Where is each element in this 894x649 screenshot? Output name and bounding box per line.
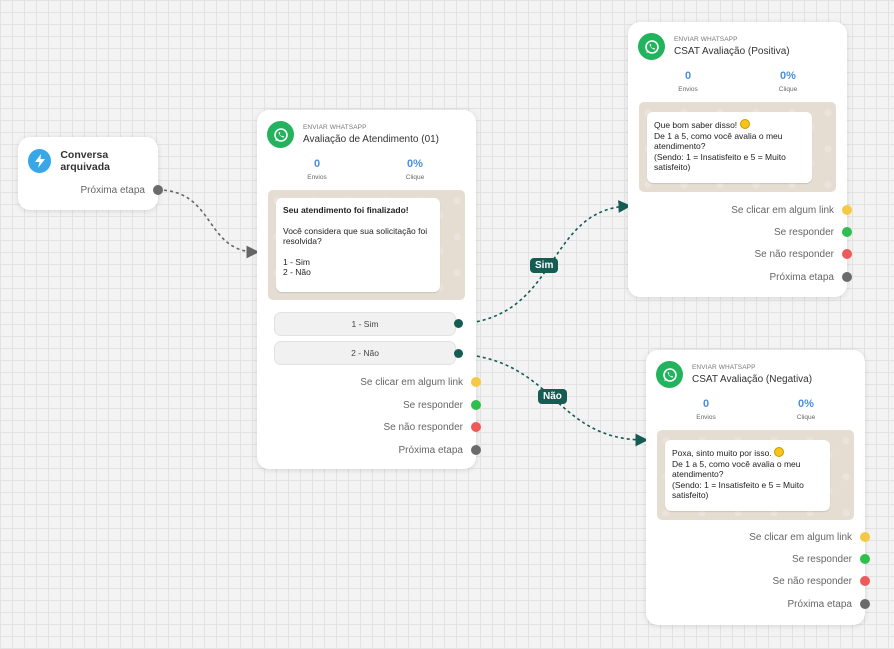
output-connector[interactable] — [471, 400, 481, 410]
stat-clicks: 0% Clique — [758, 70, 818, 93]
output-label: Se responder — [773, 226, 834, 238]
smile-emoji-icon — [739, 119, 750, 129]
output-replied[interactable]: Se responder — [402, 398, 481, 412]
trigger-title: Conversa arquivada — [60, 149, 110, 173]
whatsapp-node-negative[interactable]: ENVIAR WHATSAPP CSAT Avaliação (Negativa… — [646, 350, 870, 625]
whatsapp-icon — [638, 33, 665, 60]
stat-label: Clique — [778, 86, 798, 93]
stat-label: Clique — [796, 414, 816, 421]
output-connector[interactable] — [471, 445, 481, 455]
output-next-step[interactable]: Próxima etapa — [398, 443, 481, 457]
node-title: CSAT Avaliação (Positiva) — [674, 46, 790, 57]
option-yes-connector[interactable] — [454, 319, 463, 328]
stat-value: 0 — [702, 398, 710, 410]
whatsapp-icon — [656, 361, 683, 388]
output-connector[interactable] — [153, 185, 163, 195]
edge-label-yes[interactable]: Sim — [530, 258, 559, 273]
output-link-click[interactable]: Se clicar em algum link — [731, 203, 852, 217]
stat-value: 0 — [684, 70, 692, 82]
message-body: De 1 a 5, como você avalia o meu atendim… — [672, 458, 804, 501]
message-preview: Poxa, sinto muito por isso. De 1 a 5, co… — [657, 430, 854, 520]
node-type: ENVIAR WHATSAPP — [674, 36, 738, 43]
output-no-reply[interactable]: Se não responder — [772, 574, 870, 588]
message-options: 1 - Sim 2 - Não — [283, 256, 311, 278]
output-connector[interactable] — [860, 599, 870, 609]
whatsapp-node-positive[interactable]: ENVIAR WHATSAPP CSAT Avaliação (Positiva… — [628, 22, 852, 297]
stat-label: Envios — [307, 174, 327, 181]
whatsapp-node-main[interactable]: ENVIAR WHATSAPP Avaliação de Atendimento… — [257, 110, 481, 469]
flow-canvas[interactable]: Sim Não Conversa arquivada Próxima etapa… — [0, 0, 894, 649]
output-link-click[interactable]: Se clicar em algum link — [360, 375, 481, 389]
output-connector[interactable] — [842, 205, 852, 215]
option-no-connector[interactable] — [454, 349, 463, 358]
node-type: ENVIAR WHATSAPP — [303, 124, 367, 131]
output-connector[interactable] — [842, 272, 852, 282]
output-label: Se clicar em algum link — [731, 204, 834, 216]
stat-label: Envios — [696, 414, 716, 421]
message-bubble: Poxa, sinto muito por isso. De 1 a 5, co… — [665, 440, 830, 511]
output-connector[interactable] — [842, 227, 852, 237]
stat-value: 0% — [798, 398, 814, 410]
stat-label: Envios — [678, 86, 698, 93]
output-link-click[interactable]: Se clicar em algum link — [749, 530, 870, 544]
stat-value: 0 — [313, 158, 321, 170]
output-connector[interactable] — [860, 532, 870, 542]
output-next-step[interactable]: Próxima etapa — [769, 270, 852, 284]
output-replied[interactable]: Se responder — [791, 552, 870, 566]
node-header: ENVIAR WHATSAPP Avaliação de Atendimento… — [267, 121, 439, 148]
message-heading: Seu atendimento foi finalizado! — [283, 205, 409, 215]
message-bubble: Seu atendimento foi finalizado! Você con… — [276, 198, 440, 292]
message-body: Você considera que sua solicitação foi r… — [283, 225, 428, 247]
edge-label-no[interactable]: Não — [538, 389, 567, 404]
output-label: Próxima etapa — [787, 598, 852, 610]
output-no-reply[interactable]: Se não responder — [754, 247, 852, 261]
option-button-no[interactable]: 2 - Não — [274, 341, 456, 365]
node-header: ENVIAR WHATSAPP CSAT Avaliação (Negativa… — [656, 361, 812, 388]
output-label: Se não responder — [772, 575, 852, 587]
message-body: De 1 a 5, como você avalia o meu atendim… — [654, 130, 786, 173]
output-no-reply[interactable]: Se não responder — [383, 420, 481, 434]
message-text: Poxa, sinto muito por isso. — [672, 448, 772, 458]
output-connector[interactable] — [842, 249, 852, 259]
message-preview: Que bom saber disso! De 1 a 5, como você… — [639, 102, 836, 192]
node-type: ENVIAR WHATSAPP — [692, 364, 756, 371]
trigger-header: Conversa arquivada — [28, 149, 158, 173]
output-label: Se não responder — [754, 248, 834, 260]
stat-label: Clique — [405, 174, 425, 181]
output-connector[interactable] — [471, 377, 481, 387]
node-header: ENVIAR WHATSAPP CSAT Avaliação (Positiva… — [638, 33, 790, 60]
output-label: Se responder — [402, 399, 463, 411]
stat-clicks: 0% Clique — [385, 158, 445, 181]
node-title: CSAT Avaliação (Negativa) — [692, 374, 813, 385]
sad-emoji-icon — [774, 447, 785, 457]
whatsapp-icon — [267, 121, 294, 148]
stat-sends: 0 Envios — [287, 158, 347, 181]
trigger-node[interactable]: Conversa arquivada Próxima etapa — [18, 137, 163, 210]
output-label: Se responder — [791, 553, 852, 565]
output-label: Se clicar em algum link — [360, 376, 463, 388]
stat-sends: 0 Envios — [676, 398, 736, 421]
output-label: Se não responder — [383, 421, 463, 433]
message-text: Que bom saber disso! — [654, 120, 738, 130]
stat-value: 0% — [780, 70, 796, 82]
output-label: Próxima etapa — [769, 271, 834, 283]
edge-trigger-to-main[interactable] — [157, 189, 260, 259]
output-connector[interactable] — [471, 422, 481, 432]
lightning-icon — [28, 149, 52, 173]
output-label: Próxima etapa — [398, 444, 463, 456]
stat-sends: 0 Envios — [658, 70, 718, 93]
stat-clicks: 0% Clique — [776, 398, 836, 421]
message-preview: Seu atendimento foi finalizado! Você con… — [268, 190, 465, 300]
trigger-output-next[interactable]: Próxima etapa — [80, 183, 163, 197]
output-label: Próxima etapa — [80, 184, 145, 196]
output-next-step[interactable]: Próxima etapa — [787, 597, 870, 611]
option-button-yes[interactable]: 1 - Sim — [274, 312, 456, 336]
output-connector[interactable] — [860, 554, 870, 564]
stat-value: 0% — [407, 158, 423, 170]
output-replied[interactable]: Se responder — [773, 225, 852, 239]
output-label: Se clicar em algum link — [749, 531, 852, 543]
message-bubble: Que bom saber disso! De 1 a 5, como você… — [647, 112, 812, 183]
output-connector[interactable] — [860, 576, 870, 586]
node-title: Avaliação de Atendimento (01) — [303, 134, 440, 145]
